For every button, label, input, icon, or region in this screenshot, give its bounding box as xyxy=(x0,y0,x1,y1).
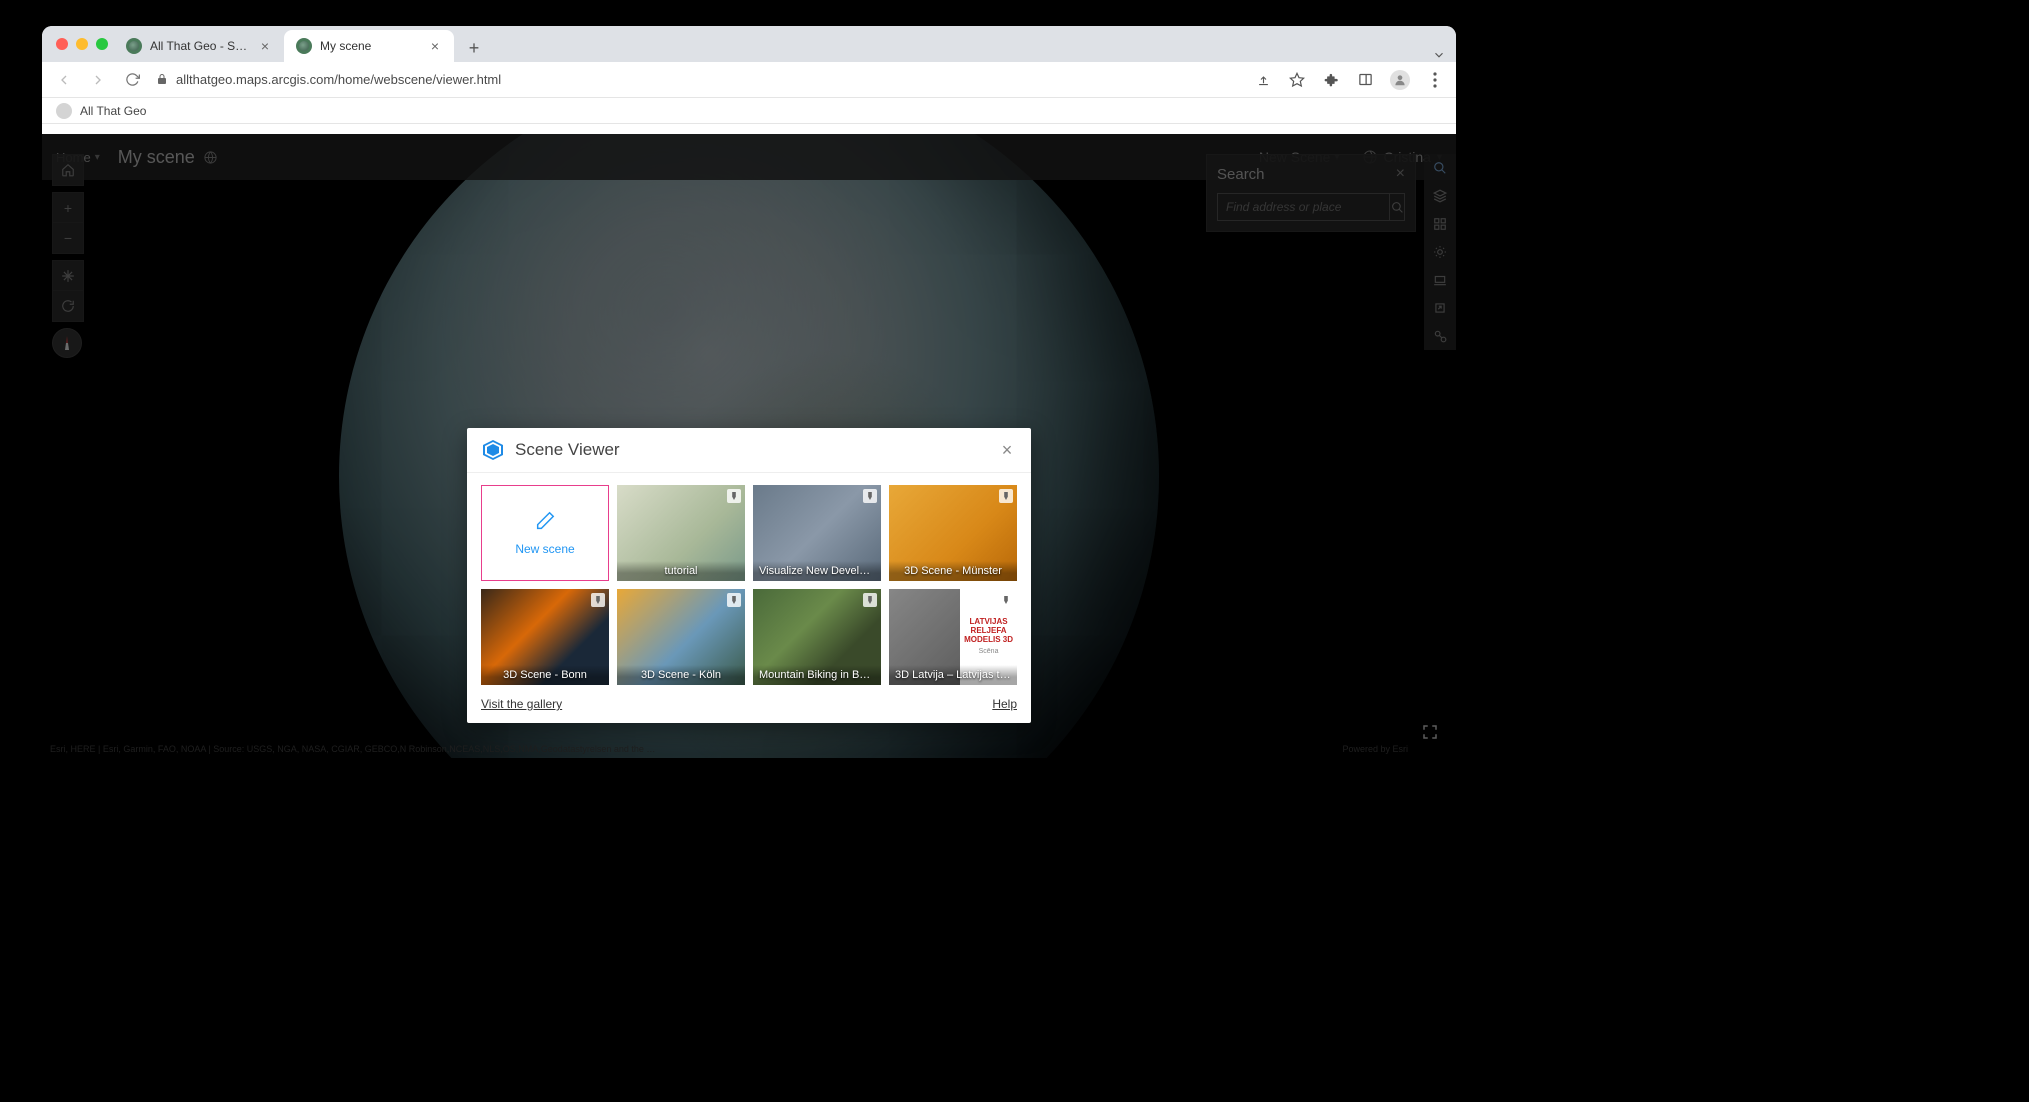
tab-title: My scene xyxy=(320,39,420,53)
tab-settings[interactable]: All That Geo - Settings × xyxy=(114,30,284,62)
scene-viewer-logo-icon xyxy=(481,438,505,462)
close-icon[interactable]: × xyxy=(428,39,442,53)
pin-icon xyxy=(999,593,1013,607)
latvia-sub: Scēna xyxy=(979,648,999,656)
reload-button[interactable] xyxy=(122,70,142,90)
share-icon[interactable] xyxy=(1254,71,1272,89)
pin-icon xyxy=(863,489,877,503)
scene-card-bavaria[interactable]: Mountain Biking in Bavaria xyxy=(753,589,881,685)
tab-my-scene[interactable]: My scene × xyxy=(284,30,454,62)
bookmark-favicon xyxy=(56,103,72,119)
toolbar-icons xyxy=(1254,70,1444,90)
globe-icon xyxy=(126,38,142,54)
tab-title: All That Geo - Settings xyxy=(150,39,250,53)
kebab-menu-icon[interactable] xyxy=(1426,71,1444,89)
close-window-button[interactable] xyxy=(56,38,68,50)
profile-avatar[interactable] xyxy=(1390,70,1410,90)
card-label: tutorial xyxy=(617,561,745,581)
close-icon[interactable]: × xyxy=(258,39,272,53)
close-icon[interactable]: × xyxy=(997,440,1017,461)
scene-card-latvia[interactable]: LATVIJAS RELJEFA MODELIS 3D Scēna 3D Lat… xyxy=(889,589,1017,685)
sidebar-toggle-icon[interactable] xyxy=(1356,71,1374,89)
help-link[interactable]: Help xyxy=(992,697,1017,711)
bookmark-item[interactable]: All That Geo xyxy=(80,104,146,118)
tab-strip: All That Geo - Settings × My scene × + xyxy=(42,26,1456,62)
url-field[interactable]: allthatgeo.maps.arcgis.com/home/webscene… xyxy=(156,72,1240,87)
card-label: 3D Latvija – Latvijas teritorij… xyxy=(889,665,1017,685)
forward-button[interactable] xyxy=(88,70,108,90)
lock-icon xyxy=(156,73,170,87)
window-controls xyxy=(56,38,108,50)
scene-card-visualize[interactable]: Visualize New Developments xyxy=(753,485,881,581)
globe-icon xyxy=(296,38,312,54)
url-text: allthatgeo.maps.arcgis.com/home/webscene… xyxy=(176,72,501,87)
tab-overflow-button[interactable] xyxy=(1432,48,1446,62)
new-scene-card[interactable]: New scene xyxy=(481,485,609,581)
pin-icon xyxy=(863,593,877,607)
scene-viewer-app: Home ▾ My scene New Scene ▾ Cristina ▾ xyxy=(42,134,1456,758)
minimize-window-button[interactable] xyxy=(76,38,88,50)
card-label: 3D Scene - Köln xyxy=(617,665,745,685)
new-tab-button[interactable]: + xyxy=(460,34,488,62)
maximize-window-button[interactable] xyxy=(96,38,108,50)
scene-card-koln[interactable]: 3D Scene - Köln xyxy=(617,589,745,685)
pin-icon xyxy=(727,593,741,607)
scene-gallery-grid: New scene tutorial Visualize New Develop… xyxy=(467,473,1031,691)
visit-gallery-link[interactable]: Visit the gallery xyxy=(481,697,562,711)
pin-icon xyxy=(727,489,741,503)
pin-icon xyxy=(591,593,605,607)
extensions-icon[interactable] xyxy=(1322,71,1340,89)
new-scene-label: New scene xyxy=(515,542,574,556)
browser-window: All That Geo - Settings × My scene × + a… xyxy=(42,26,1456,758)
card-label: Visualize New Developments xyxy=(753,561,881,581)
address-bar: allthatgeo.maps.arcgis.com/home/webscene… xyxy=(42,62,1456,98)
card-label: 3D Scene - Bonn xyxy=(481,665,609,685)
latvia-line3: MODELIS 3D xyxy=(964,636,1013,645)
scene-card-bonn[interactable]: 3D Scene - Bonn xyxy=(481,589,609,685)
back-button[interactable] xyxy=(54,70,74,90)
pencil-icon xyxy=(534,510,556,532)
scene-viewer-dialog: Scene Viewer × New scene tutorial Visual… xyxy=(467,428,1031,723)
scene-card-tutorial[interactable]: tutorial xyxy=(617,485,745,581)
bookmarks-bar: All That Geo xyxy=(42,98,1456,124)
dialog-title: Scene Viewer xyxy=(515,440,620,460)
pin-icon xyxy=(999,489,1013,503)
card-label: 3D Scene - Münster xyxy=(889,561,1017,581)
star-icon[interactable] xyxy=(1288,71,1306,89)
card-label: Mountain Biking in Bavaria xyxy=(753,665,881,685)
scene-card-munster[interactable]: 3D Scene - Münster xyxy=(889,485,1017,581)
